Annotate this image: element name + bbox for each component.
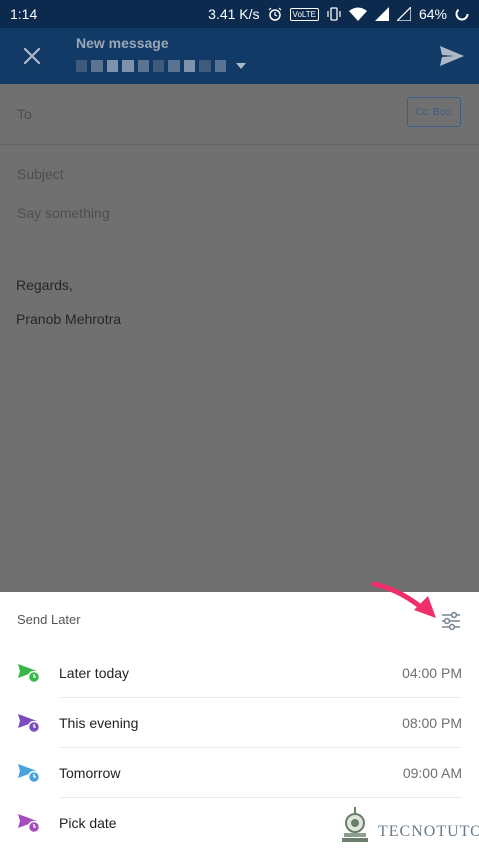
option-label: Pick date: [59, 815, 117, 831]
sliders-icon[interactable]: [440, 610, 462, 632]
battery-ring-icon: [455, 7, 469, 21]
signal-icon: [374, 7, 389, 21]
watermark-text: TECNOTUTO: [378, 823, 479, 840]
volte-badge: VoLTE: [289, 7, 319, 21]
redacted-block: [214, 60, 227, 72]
send-icon[interactable]: [439, 44, 465, 68]
to-field[interactable]: To Cc: Bcc:: [0, 84, 479, 145]
option-label: This evening: [59, 715, 139, 731]
wifi-icon: [348, 7, 367, 21]
subject-field[interactable]: Subject: [17, 166, 64, 182]
redacted-block: [106, 60, 119, 72]
signature-line-1: Regards,: [16, 277, 73, 293]
pointer-arrow-icon: [371, 581, 436, 618]
compose-app-bar: New message: [0, 28, 479, 84]
signal-icon-2: [396, 7, 411, 21]
page-title: New message: [76, 35, 169, 51]
option-time: 04:00 PM: [402, 665, 462, 681]
redacted-block: [168, 60, 180, 72]
status-icons: 3.41 K/s VoLTE 64%: [208, 6, 469, 22]
close-icon[interactable]: [20, 44, 44, 68]
send-tomorrow-icon: [18, 764, 41, 784]
vibrate-icon: [327, 7, 341, 21]
send-evening-icon: [18, 714, 41, 734]
option-time: 09:00 AM: [402, 765, 462, 781]
redacted-block: [153, 60, 165, 72]
tecnotuto-logo-icon: [342, 807, 368, 842]
option-label: Later today: [59, 665, 130, 681]
from-account-selector[interactable]: [76, 59, 247, 73]
body-field[interactable]: Say something: [17, 205, 110, 221]
send-later-title: Send Later: [17, 612, 81, 627]
send-later-today-icon: [18, 664, 41, 684]
status-bar: 1:14 3.41 K/s VoLTE 64%: [0, 0, 479, 28]
send-later-option-tomorrow[interactable]: Tomorrow 09:00 AM: [0, 748, 479, 798]
redacted-block: [183, 60, 196, 72]
redacted-block: [199, 60, 211, 72]
watermark: TECNOTUTO: [338, 805, 479, 845]
compose-area-dimmed: To Cc: Bcc: Subject Say something Regard…: [0, 84, 479, 592]
redacted-block: [122, 60, 134, 72]
redacted-block: [76, 60, 88, 72]
option-time: 08:00 PM: [402, 715, 462, 731]
send-later-option-this-evening[interactable]: This evening 08:00 PM: [0, 698, 479, 748]
option-label: Tomorrow: [59, 765, 121, 781]
signature-line-2: Pranob Mehrotra: [16, 311, 122, 327]
redacted-block: [137, 60, 150, 72]
status-time: 1:14: [10, 6, 38, 22]
alarm-icon: [268, 7, 281, 21]
to-label: To: [17, 106, 32, 122]
send-later-option-later-today[interactable]: Later today 04:00 PM: [0, 648, 479, 698]
status-battery: 64%: [418, 6, 447, 22]
cc-bcc-button[interactable]: Cc: Bcc:: [407, 97, 461, 127]
send-pick-date-icon: [18, 814, 41, 834]
chevron-down-icon[interactable]: [236, 63, 247, 69]
redacted-block: [91, 60, 103, 72]
status-speed: 3.41 K/s: [208, 6, 260, 22]
